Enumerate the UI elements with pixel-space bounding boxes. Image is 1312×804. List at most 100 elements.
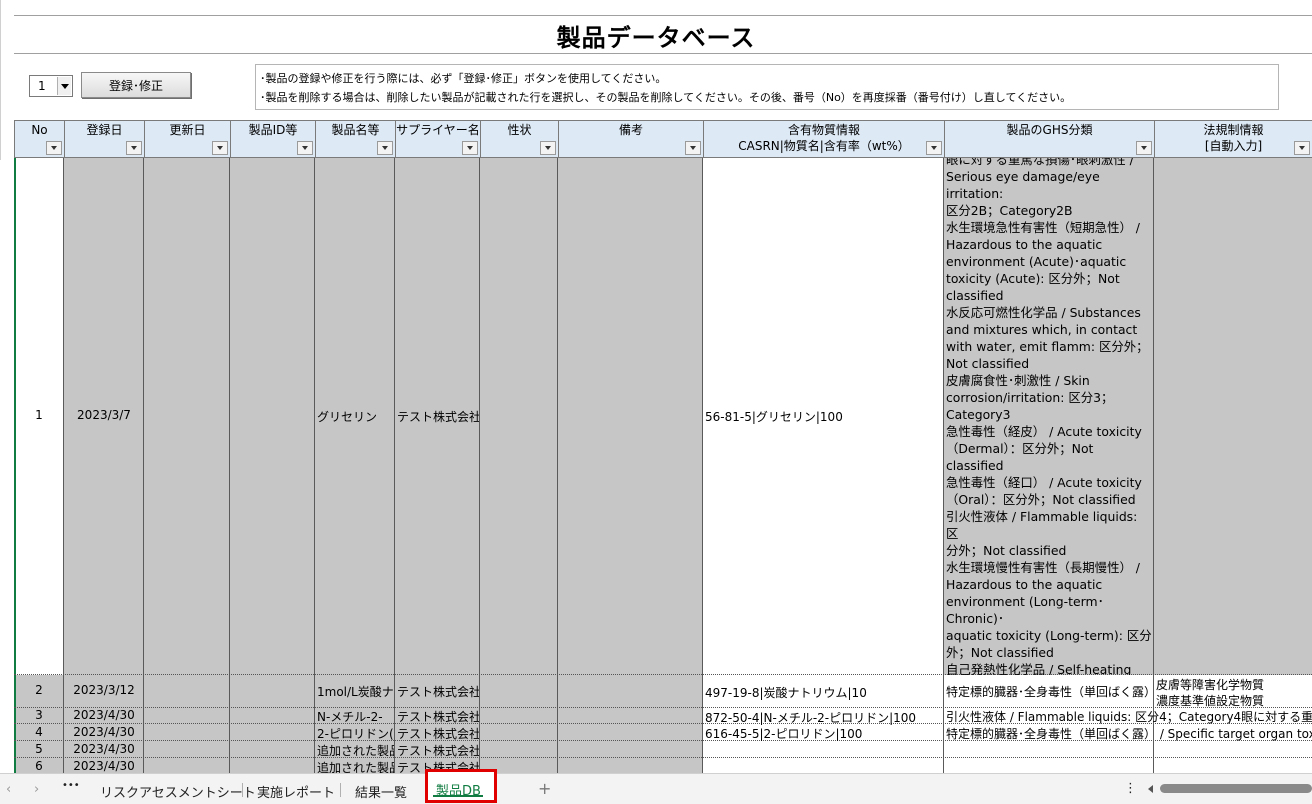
header-regulation-sublabel: [自動入力] <box>1204 139 1263 153</box>
filter-dropdown-icon[interactable] <box>297 141 313 155</box>
title-top-rule <box>14 15 1312 16</box>
ghs-line: and mixtures which, in contact <box>946 322 1138 337</box>
row1-name[interactable]: グリセリン <box>317 408 394 425</box>
filter-dropdown-icon[interactable] <box>46 141 62 155</box>
tab-product-db[interactable]: 製品DB <box>425 769 497 803</box>
header-remarks-label: 備考 <box>618 123 643 137</box>
header-reg-date: 登録日 <box>64 120 144 158</box>
filter-dropdown-icon[interactable] <box>1136 141 1152 155</box>
more-sheets-icon[interactable]: ••• <box>62 780 80 791</box>
col-divider <box>394 158 395 773</box>
ghs-line: environment (Long-term･Chronic)･ <box>946 594 1104 626</box>
scroll-left-icon[interactable] <box>1148 785 1153 793</box>
row5-reg-date[interactable]: 2023/4/30 <box>64 742 144 756</box>
ghs-line: Serious eye damage/eye irritation: <box>946 169 1100 201</box>
ghs-line: 水生環境慢性有害性（長期慢性） / <box>946 560 1140 575</box>
row3-reg-date[interactable]: 2023/4/30 <box>64 708 144 722</box>
row6-reg-date[interactable]: 2023/4/30 <box>64 759 144 773</box>
col-divider <box>63 158 64 773</box>
more-options-icon[interactable]: ⋮ <box>1124 781 1137 796</box>
row3-contents[interactable]: 872-50-4|N‐メチル‐2‐ピロリドン|100 <box>705 709 943 726</box>
ghs-line: environment (Acute)･aquatic <box>946 254 1127 269</box>
row6-no[interactable]: 6 <box>14 759 64 773</box>
ghs-line: （Oral）：区分外；Not classified <box>946 492 1136 507</box>
row2-contents[interactable]: 497-19-8|炭酸ナトリウム|10 <box>705 684 943 701</box>
ghs-line: aquatic toxicity (Long-term): 区分 <box>946 628 1152 643</box>
row-separator <box>14 757 1312 758</box>
row1-reg-date[interactable]: 2023/3/7 <box>64 408 144 422</box>
row4-name[interactable]: 2-ピロリドン(2-P <box>317 725 394 742</box>
col-divider <box>1153 158 1154 773</box>
tab-risk-assessment[interactable]: リスクアセスメントシート <box>100 782 256 801</box>
sheet-tab-bar: ‹ › ••• リスクアセスメントシート 実施レポート 結果一覧 + ⋮ <box>0 773 1312 804</box>
header-ghs: 製品のGHS分類 <box>944 120 1154 158</box>
row4-supplier[interactable]: テスト株式会社 <box>397 725 479 742</box>
filter-dropdown-icon[interactable] <box>685 141 701 155</box>
header-remarks: 備考 <box>558 120 703 158</box>
filter-dropdown-icon[interactable] <box>462 141 478 155</box>
ghs-line: 水反応可燃性化学品 / Substances <box>946 305 1141 320</box>
tab-results[interactable]: 結果一覧 <box>355 782 407 801</box>
active-tab-underline <box>433 795 483 797</box>
ghs-line: Category3 <box>946 407 1011 422</box>
chevron-down-icon[interactable] <box>57 77 71 95</box>
row4-ghs[interactable]: 特定標的臓器･全身毒性（単回ばく露） / Specific target org… <box>946 725 1312 742</box>
filter-dropdown-icon[interactable] <box>212 141 228 155</box>
filter-dropdown-icon[interactable] <box>1294 141 1310 155</box>
tab-separator <box>242 783 243 797</box>
title-bottom-rule <box>14 53 1312 54</box>
number-dropdown[interactable]: 1 <box>29 75 73 97</box>
header-supplier-label: サプライヤー名 <box>396 123 480 137</box>
scroll-thumb[interactable] <box>1160 784 1312 793</box>
row1-contents[interactable]: 56-81-5|グリセリン|100 <box>705 408 943 425</box>
row4-reg-date[interactable]: 2023/4/30 <box>64 725 144 739</box>
header-contents-sublabel: CASRN|物質名|含有率（wt%） <box>738 139 910 153</box>
row1-supplier[interactable]: テスト株式会社 <box>397 408 479 425</box>
chevron-left-icon[interactable]: ‹ <box>6 782 11 797</box>
row1-ghs[interactable]: 眼に対する重篤な損傷･眼刺激性 / Serious eye damage/eye … <box>946 158 1152 675</box>
ghs-line: corrosion/irritation: 区分3； <box>946 390 1114 405</box>
row2-supplier[interactable]: テスト株式会社 <box>397 683 479 700</box>
instruction-line-2: ･製品を削除する場合は、削除したい製品が記載された行を選択し、その製品を削除して… <box>260 91 1072 104</box>
filter-dropdown-icon[interactable] <box>926 141 942 155</box>
row1-no[interactable]: 1 <box>14 408 64 422</box>
ghs-line: 眼に対する重篤な損傷･眼刺激性 / <box>946 158 1134 167</box>
ghs-line: classified <box>946 288 1004 303</box>
header-no-label: No <box>31 123 48 137</box>
row4-contents[interactable]: 616-45-5|2-ピロリドン|100 <box>705 725 943 742</box>
row3-supplier[interactable]: テスト株式会社 <box>397 708 479 725</box>
tab-report[interactable]: 実施レポート <box>257 782 335 801</box>
ghs-line: 外；Not classified <box>946 645 1054 660</box>
row5-supplier[interactable]: テスト株式会社 <box>397 742 479 759</box>
row2-regulation[interactable]: 皮膚等障害化学物質 <box>1156 676 1312 693</box>
register-edit-button[interactable]: 登録･修正 <box>81 72 191 98</box>
add-sheet-icon[interactable]: + <box>538 779 551 798</box>
instruction-line-1: ･製品の登録や修正を行う際には、必ず「登録･修正」ボタンを使用してください。 <box>260 72 667 85</box>
instructions-box: ･製品の登録や修正を行う際には、必ず「登録･修正」ボタンを使用してください。 ･… <box>255 64 1279 110</box>
row5-name[interactable]: 追加された製品 <box>317 742 394 759</box>
header-reg-date-label: 登録日 <box>86 123 123 137</box>
ghs-line: 皮膚腐食性･刺激性 / Skin <box>946 373 1090 388</box>
filter-dropdown-icon[interactable] <box>377 141 393 155</box>
header-upd-date-label: 更新日 <box>169 123 206 137</box>
row3-no[interactable]: 3 <box>14 708 64 722</box>
row2-reg-date[interactable]: 2023/3/12 <box>64 683 144 697</box>
horizontal-scrollbar[interactable] <box>1148 784 1312 794</box>
filter-dropdown-icon[interactable] <box>126 141 142 155</box>
row5-no[interactable]: 5 <box>14 742 64 756</box>
row2-no[interactable]: 2 <box>14 683 64 697</box>
row2-name[interactable]: 1mol/L炭酸ナ <box>317 683 394 700</box>
filter-dropdown-icon[interactable] <box>540 141 556 155</box>
row4-no[interactable]: 4 <box>14 725 64 739</box>
header-regulation: 法規制情報 [自動入力] <box>1154 120 1312 158</box>
chevron-right-icon[interactable]: › <box>34 782 39 797</box>
ghs-line: 水生環境急性有害性（短期急性） / <box>946 220 1140 235</box>
col-divider <box>229 158 230 773</box>
row2-regulation-2[interactable]: 濃度基準値設定物質 <box>1156 692 1312 709</box>
row3-name[interactable]: N‐メチル‐2‐ <box>317 708 394 725</box>
row3-ghs[interactable]: 引火性液体 / Flammable liquids: 区分4；Category4… <box>946 708 1312 725</box>
selection-left-edge <box>14 158 16 773</box>
header-product-id: 製品ID等 <box>230 120 315 158</box>
row2-ghs[interactable]: 特定標的臓器･全身毒性（単回ばく露） <box>946 683 1153 700</box>
ghs-line: 自己発熱性化学品 / Self-heating <box>946 662 1132 675</box>
